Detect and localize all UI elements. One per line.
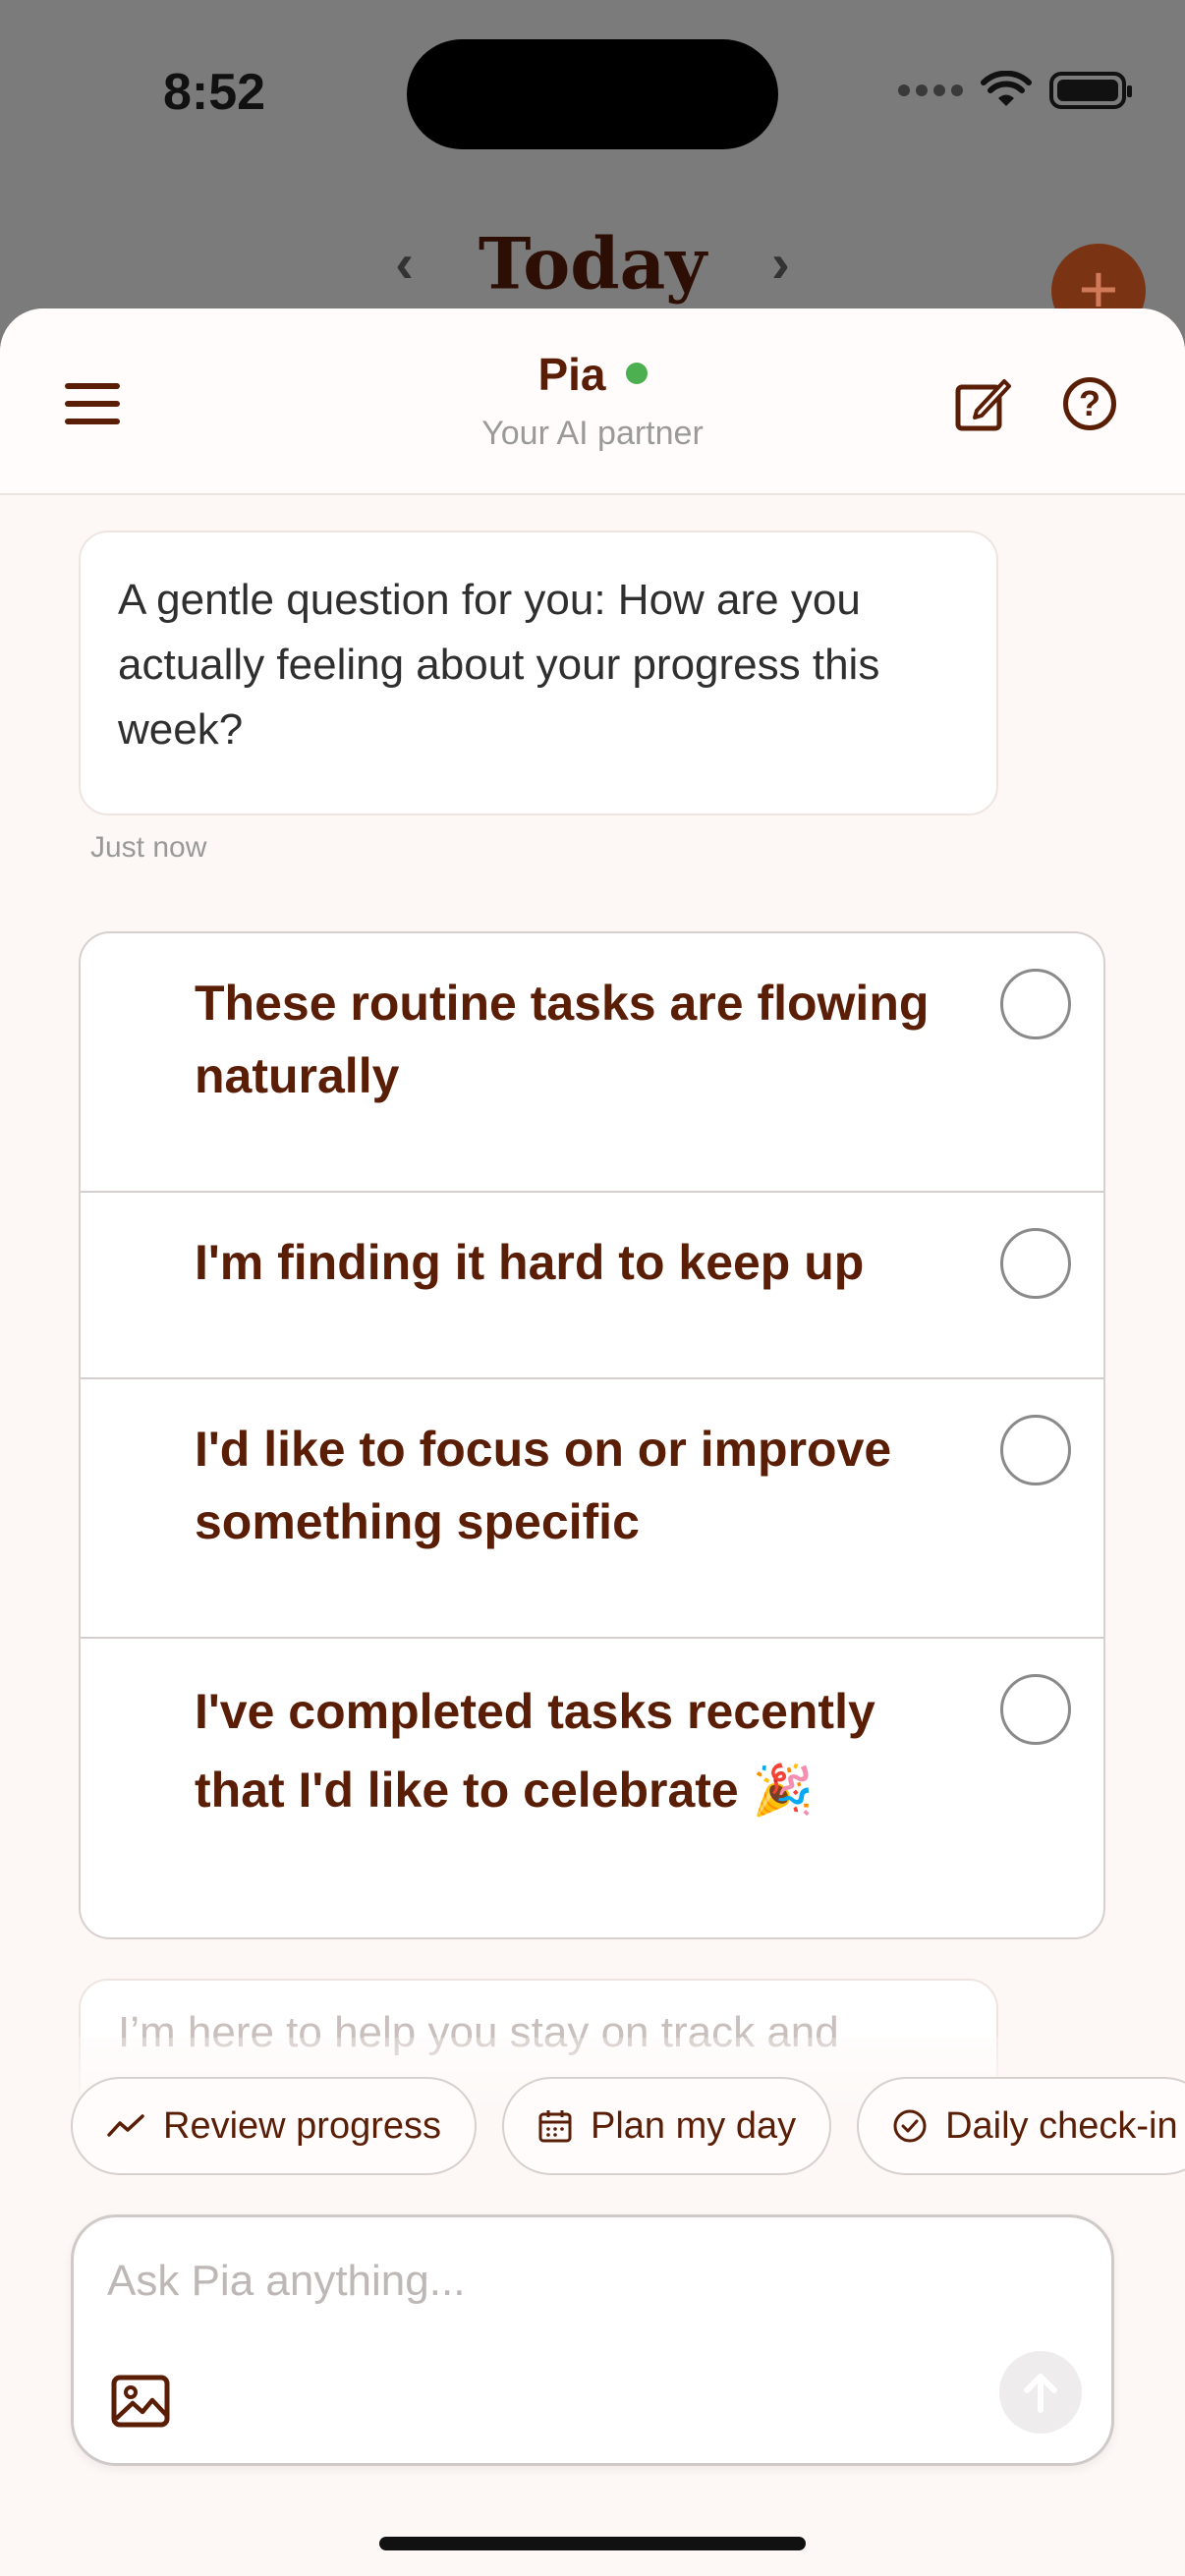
option-item[interactable]: I've completed tasks recently that I'd l…: [81, 1639, 1103, 1937]
status-icons: [898, 71, 1132, 110]
radio-button[interactable]: [1000, 1415, 1071, 1485]
battery-icon: [1049, 72, 1132, 109]
status-time: 8:52: [163, 64, 266, 121]
chip-label: Review progress: [163, 2104, 441, 2147]
check-circle-icon: [893, 2109, 927, 2143]
chip-label: Plan my day: [591, 2104, 797, 2147]
option-label: I've completed tasks recently that I'd l…: [195, 1684, 875, 1818]
assistant-message: A gentle question for you: How are you a…: [79, 531, 998, 815]
online-status-dot: [625, 363, 648, 384]
message-timestamp: Just now: [90, 831, 207, 864]
send-button[interactable]: [999, 2351, 1082, 2434]
background-title: Today: [478, 221, 707, 306]
option-label: I'm finding it hard to keep up: [195, 1235, 865, 1290]
trend-icon: [107, 2114, 144, 2137]
option-label: These routine tasks are flowing naturall…: [195, 976, 930, 1103]
chevron-right-icon: ›: [771, 232, 790, 295]
chip-review-progress[interactable]: Review progress: [71, 2077, 477, 2175]
chat-header: Pia Your AI partner ?: [0, 308, 1185, 495]
chip-label: Daily check-in: [945, 2104, 1178, 2147]
message-input[interactable]: [107, 2257, 991, 2306]
calendar-icon: [538, 2110, 572, 2143]
message-composer: [71, 2214, 1114, 2466]
background-date-nav: ‹ Today ›: [0, 218, 1185, 305]
cellular-signal-icon: [898, 84, 963, 96]
chip-plan-my-day[interactable]: Plan my day: [502, 2077, 832, 2175]
home-indicator: [379, 2537, 806, 2550]
response-options: These routine tasks are flowing naturall…: [79, 931, 1105, 1939]
suggestion-chips: Review progress Plan my day Daily check-…: [71, 2077, 1185, 2175]
dynamic-island: [407, 39, 778, 149]
arrow-up-icon: [1024, 2374, 1057, 2413]
option-item[interactable]: I'm finding it hard to keep up: [81, 1193, 1103, 1379]
help-icon[interactable]: ?: [1063, 377, 1116, 430]
radio-button[interactable]: [1000, 1674, 1071, 1745]
radio-button[interactable]: [1000, 969, 1071, 1039]
assistant-name: Pia: [537, 349, 606, 400]
new-chat-icon[interactable]: [953, 375, 1012, 434]
chip-daily-check-in[interactable]: Daily check-in: [857, 2077, 1185, 2175]
option-label: I'd like to focus on or improve somethin…: [195, 1422, 892, 1549]
radio-button[interactable]: [1000, 1228, 1071, 1299]
image-attach-icon[interactable]: [111, 2375, 170, 2428]
option-item[interactable]: I'd like to focus on or improve somethin…: [81, 1379, 1103, 1639]
option-item[interactable]: These routine tasks are flowing naturall…: [81, 933, 1103, 1193]
chat-sheet: Pia Your AI partner ? A gentle question …: [0, 308, 1185, 2576]
chevron-left-icon: ‹: [395, 232, 414, 295]
wifi-icon: [981, 71, 1032, 106]
